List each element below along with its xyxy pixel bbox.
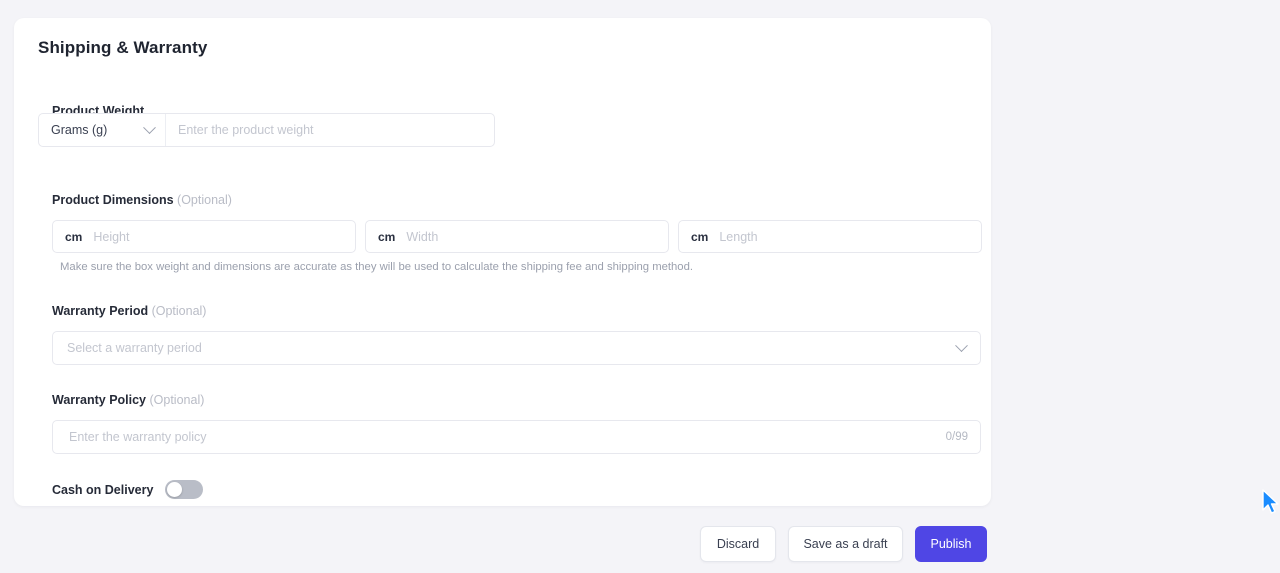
unit-label-cm-height: cm [65, 229, 83, 244]
warranty-policy-label: Warranty Policy (Optional) [52, 393, 204, 407]
chevron-down-icon [143, 120, 156, 134]
character-counter: 0/99 [945, 431, 968, 443]
page-root: Shipping & Warranty Product Weight Grams… [0, 0, 1280, 573]
mouse-cursor-icon [1262, 489, 1279, 514]
chevron-down-icon [955, 338, 968, 352]
weight-unit-select[interactable]: Grams (g) [39, 114, 166, 146]
form-actions: Discard Save as a draft Publish [700, 526, 987, 562]
unit-label-cm-width: cm [378, 229, 396, 244]
product-dimensions-label: Product Dimensions (Optional) [52, 193, 232, 207]
warranty-policy-field-group: 0/99 [52, 420, 981, 454]
warranty-period-placeholder: Select a warranty period [67, 341, 202, 355]
publish-button[interactable]: Publish [915, 526, 987, 562]
discard-button[interactable]: Discard [700, 526, 776, 562]
dimension-length-group: cm [678, 220, 982, 253]
warranty-period-optional: (Optional) [151, 304, 207, 318]
shipping-warranty-card: Shipping & Warranty Product Weight Grams… [14, 18, 991, 506]
page-title: Shipping & Warranty [38, 38, 208, 57]
dimension-height-group: cm [52, 220, 356, 253]
unit-label-cm-length: cm [691, 229, 709, 244]
product-dimensions-label-text: Product Dimensions [52, 193, 174, 207]
product-dimensions-optional: (Optional) [177, 193, 232, 207]
warranty-policy-optional: (Optional) [149, 393, 205, 407]
warranty-policy-input[interactable] [67, 421, 938, 453]
product-weight-field-group: Grams (g) [38, 113, 495, 147]
dimension-width-group: cm [365, 220, 669, 253]
save-as-draft-button[interactable]: Save as a draft [788, 526, 903, 562]
warranty-period-label-text: Warranty Period [52, 304, 149, 318]
cash-on-delivery-toggle[interactable] [165, 480, 204, 499]
dimensions-helper-text: Make sure the box weight and dimensions … [60, 261, 694, 273]
cash-on-delivery-label: Cash on Delivery [52, 482, 154, 497]
warranty-period-label: Warranty Period (Optional) [52, 304, 206, 318]
cash-on-delivery-row: Cash on Delivery [52, 480, 204, 499]
dimension-width-input[interactable] [404, 221, 656, 252]
toggle-knob [167, 482, 183, 497]
weight-unit-value: Grams (g) [51, 123, 108, 137]
product-weight-input[interactable] [166, 114, 494, 146]
dimension-length-input[interactable] [717, 221, 969, 252]
warranty-period-select[interactable]: Select a warranty period [52, 331, 981, 365]
dimension-height-input[interactable] [91, 221, 343, 252]
warranty-policy-label-text: Warranty Policy [52, 393, 147, 407]
